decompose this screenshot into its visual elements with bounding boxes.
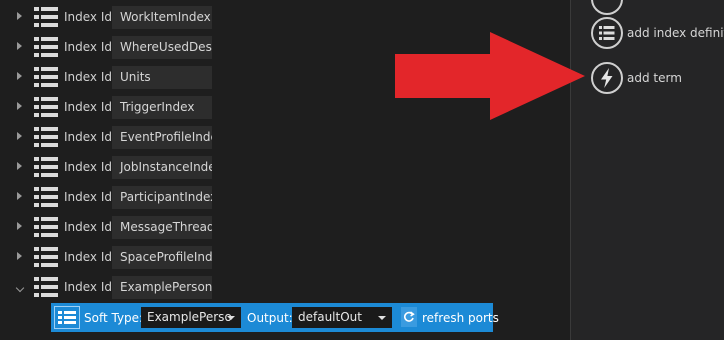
index-row[interactable]: Index Id: MessageThreadIn bbox=[0, 212, 570, 242]
index-id-field[interactable]: TriggerIndex bbox=[112, 96, 212, 119]
red-arrow-icon bbox=[395, 32, 585, 120]
list-icon bbox=[34, 217, 58, 237]
index-id-label: Index Id: bbox=[64, 190, 117, 204]
collapse-arrow-icon[interactable] bbox=[15, 283, 25, 293]
refresh-ports-button[interactable]: refresh ports bbox=[401, 307, 499, 328]
expand-arrow-icon[interactable] bbox=[17, 162, 22, 170]
output-label: Output: bbox=[247, 311, 293, 325]
index-id-label: Index Id: bbox=[64, 130, 117, 144]
expand-arrow-icon[interactable] bbox=[17, 102, 22, 110]
index-id-label: Index Id: bbox=[64, 160, 117, 174]
index-id-label: Index Id: bbox=[64, 10, 117, 24]
output-value: defaultOut bbox=[298, 310, 362, 324]
index-row[interactable]: Index Id: ParticipantIndex bbox=[0, 182, 570, 212]
index-row-expanded[interactable]: Index Id: ExamplePersonIn bbox=[0, 272, 570, 302]
index-id-label: Index Id: bbox=[64, 250, 117, 264]
expand-arrow-icon[interactable] bbox=[17, 132, 22, 140]
refresh-icon bbox=[401, 307, 417, 327]
list-icon bbox=[34, 127, 58, 147]
add-index-definition-label: add index definition bbox=[627, 26, 724, 40]
index-id-field[interactable]: SpaceProfileIndex bbox=[112, 246, 212, 269]
expand-arrow-icon[interactable] bbox=[17, 42, 22, 50]
index-id-field[interactable]: ExamplePersonIn bbox=[112, 276, 212, 299]
partial-action-button[interactable] bbox=[591, 0, 724, 15]
refresh-ports-label: refresh ports bbox=[422, 311, 499, 325]
dropdown-arrow-icon bbox=[227, 316, 235, 320]
index-id-field[interactable]: WhereUsedDesig bbox=[112, 36, 212, 59]
list-icon bbox=[54, 306, 80, 329]
soft-type-label: Soft Type: bbox=[84, 311, 144, 325]
index-row[interactable]: Index Id: WorkItemIndex bbox=[0, 2, 570, 32]
expand-arrow-icon[interactable] bbox=[17, 72, 22, 80]
action-icon bbox=[591, 0, 623, 15]
list-icon bbox=[34, 157, 58, 177]
add-index-definition-button[interactable]: add index definition bbox=[591, 17, 724, 49]
list-icon bbox=[34, 97, 58, 117]
index-properties-toolbar: Soft Type: ExamplePerso Output: defaultO… bbox=[51, 303, 499, 332]
list-icon bbox=[34, 277, 58, 297]
index-id-label: Index Id: bbox=[64, 220, 117, 234]
list-icon bbox=[591, 17, 623, 49]
lightning-bolt-icon bbox=[591, 62, 623, 94]
soft-type-select[interactable]: ExamplePerso bbox=[141, 307, 241, 328]
index-row[interactable]: Index Id: EventProfileIndex bbox=[0, 122, 570, 152]
expand-arrow-icon[interactable] bbox=[17, 222, 22, 230]
index-row[interactable]: Index Id: JobInstanceIndex bbox=[0, 152, 570, 182]
index-id-label: Index Id: bbox=[64, 40, 117, 54]
list-icon bbox=[34, 67, 58, 87]
add-term-button[interactable]: add term bbox=[591, 62, 724, 94]
dropdown-arrow-icon bbox=[378, 316, 386, 320]
index-id-field[interactable]: WorkItemIndex bbox=[112, 6, 212, 29]
index-id-field[interactable]: JobInstanceIndex bbox=[112, 156, 212, 179]
expand-arrow-icon[interactable] bbox=[17, 192, 22, 200]
index-id-label: Index Id: bbox=[64, 100, 117, 114]
soft-type-value: ExamplePerso bbox=[147, 310, 232, 324]
add-term-label: add term bbox=[627, 71, 682, 85]
index-id-label: Index Id: bbox=[64, 70, 117, 84]
expand-arrow-icon[interactable] bbox=[17, 252, 22, 260]
list-icon bbox=[34, 7, 58, 27]
expand-arrow-icon[interactable] bbox=[17, 12, 22, 20]
actions-panel: add index definition add term bbox=[571, 0, 724, 340]
index-id-field[interactable]: MessageThreadIn bbox=[112, 216, 212, 239]
index-id-label: Index Id: bbox=[64, 280, 117, 294]
list-icon bbox=[34, 187, 58, 207]
output-select[interactable]: defaultOut bbox=[292, 307, 392, 328]
list-icon bbox=[34, 247, 58, 267]
index-id-field[interactable]: Units bbox=[112, 66, 212, 89]
index-id-field[interactable]: ParticipantIndex bbox=[112, 186, 212, 209]
index-row[interactable]: Index Id: SpaceProfileIndex bbox=[0, 242, 570, 272]
list-icon bbox=[34, 37, 58, 57]
index-id-field[interactable]: EventProfileIndex bbox=[112, 126, 212, 149]
